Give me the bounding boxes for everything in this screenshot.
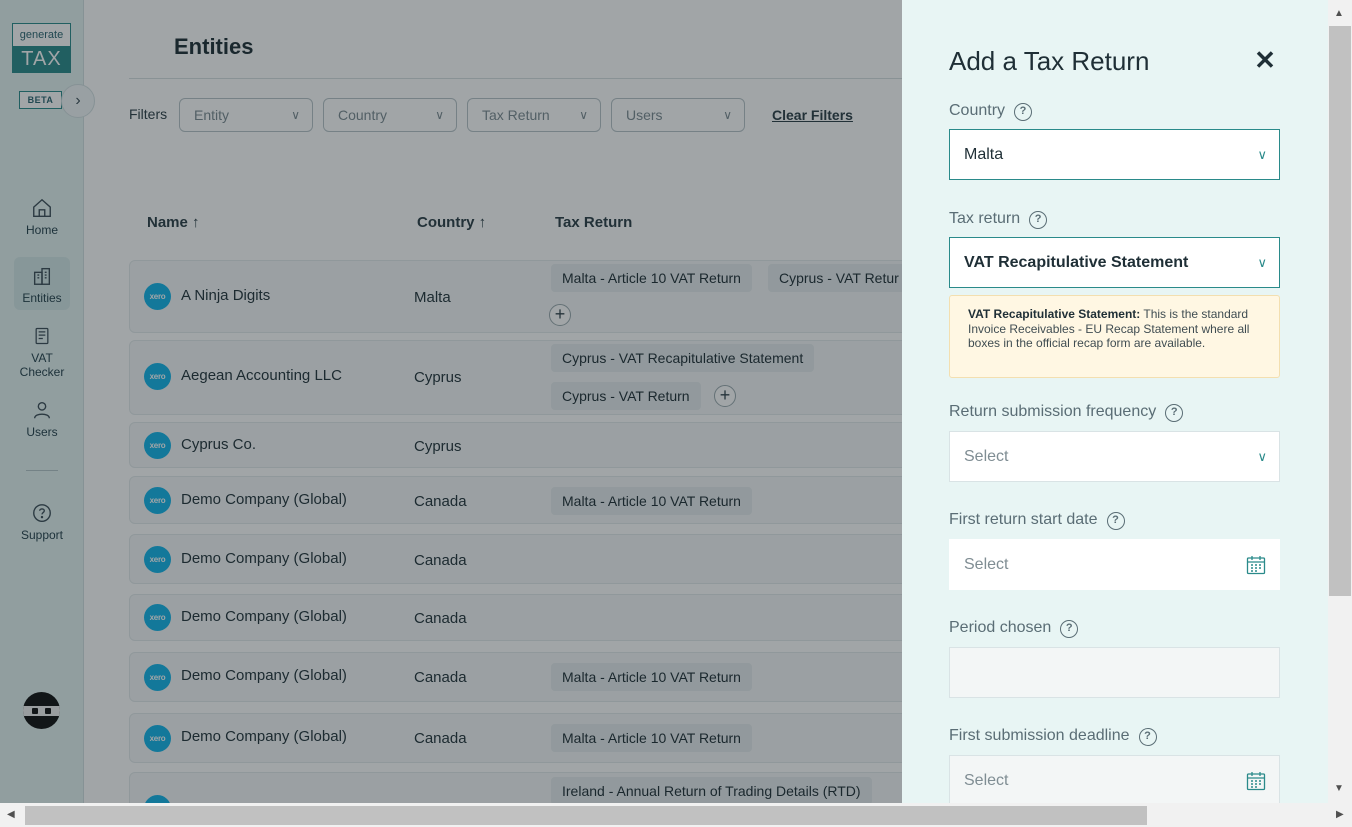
tax-return-label: Tax return? — [949, 210, 1048, 229]
help-icon[interactable]: ? — [1014, 103, 1033, 121]
start-date-placeholder: Select — [964, 556, 1009, 573]
country-select[interactable]: Malta ∨ — [949, 129, 1280, 180]
start-date-label: First return start date? — [949, 511, 1125, 530]
deadline-picker: Select — [949, 755, 1280, 803]
chevron-down-icon: ∨ — [1257, 255, 1267, 270]
scroll-down-icon[interactable]: ▼ — [1334, 783, 1344, 794]
help-icon[interactable]: ? — [1165, 404, 1184, 422]
tax-return-select-value: VAT Recapitulative Statement — [964, 254, 1189, 271]
scroll-up-icon[interactable]: ▲ — [1334, 8, 1344, 19]
chevron-down-icon: ∨ — [1257, 449, 1267, 464]
info-title: VAT Recapitulative Statement: — [968, 307, 1141, 321]
horizontal-scrollbar-thumb[interactable] — [25, 806, 1147, 825]
add-tax-return-panel: Add a Tax Return ✕ Country? Malta ∨ Tax … — [902, 0, 1328, 803]
scroll-left-icon[interactable]: ◀ — [7, 809, 15, 820]
tax-return-select[interactable]: VAT Recapitulative Statement ∨ — [949, 237, 1280, 288]
frequency-select[interactable]: Select ∨ — [949, 431, 1280, 482]
frequency-label: Return submission frequency? — [949, 403, 1184, 422]
chevron-down-icon: ∨ — [1257, 147, 1267, 162]
help-icon[interactable]: ? — [1060, 620, 1079, 638]
help-icon[interactable]: ? — [1138, 728, 1157, 746]
close-icon: ✕ — [1254, 45, 1276, 75]
deadline-placeholder: Select — [964, 772, 1009, 789]
calendar-icon — [1246, 772, 1266, 791]
help-icon[interactable]: ? — [1029, 211, 1048, 229]
calendar-icon — [1246, 556, 1266, 575]
tax-return-info-box: VAT Recapitulative Statement: This is th… — [949, 295, 1280, 378]
panel-title: Add a Tax Return — [949, 46, 1150, 76]
start-date-picker[interactable]: Select — [949, 539, 1280, 590]
modal-backdrop[interactable] — [0, 0, 902, 803]
deadline-label: First submission deadline? — [949, 727, 1157, 746]
period-label: Period chosen? — [949, 619, 1079, 638]
vertical-scrollbar-thumb[interactable] — [1329, 26, 1351, 596]
scroll-right-icon[interactable]: ▶ — [1336, 809, 1344, 820]
help-icon[interactable]: ? — [1106, 512, 1125, 530]
country-select-value: Malta — [964, 146, 1004, 163]
frequency-select-placeholder: Select — [964, 448, 1009, 465]
period-field — [949, 647, 1280, 698]
country-label: Country? — [949, 102, 1033, 121]
close-button[interactable]: ✕ — [1252, 46, 1278, 74]
